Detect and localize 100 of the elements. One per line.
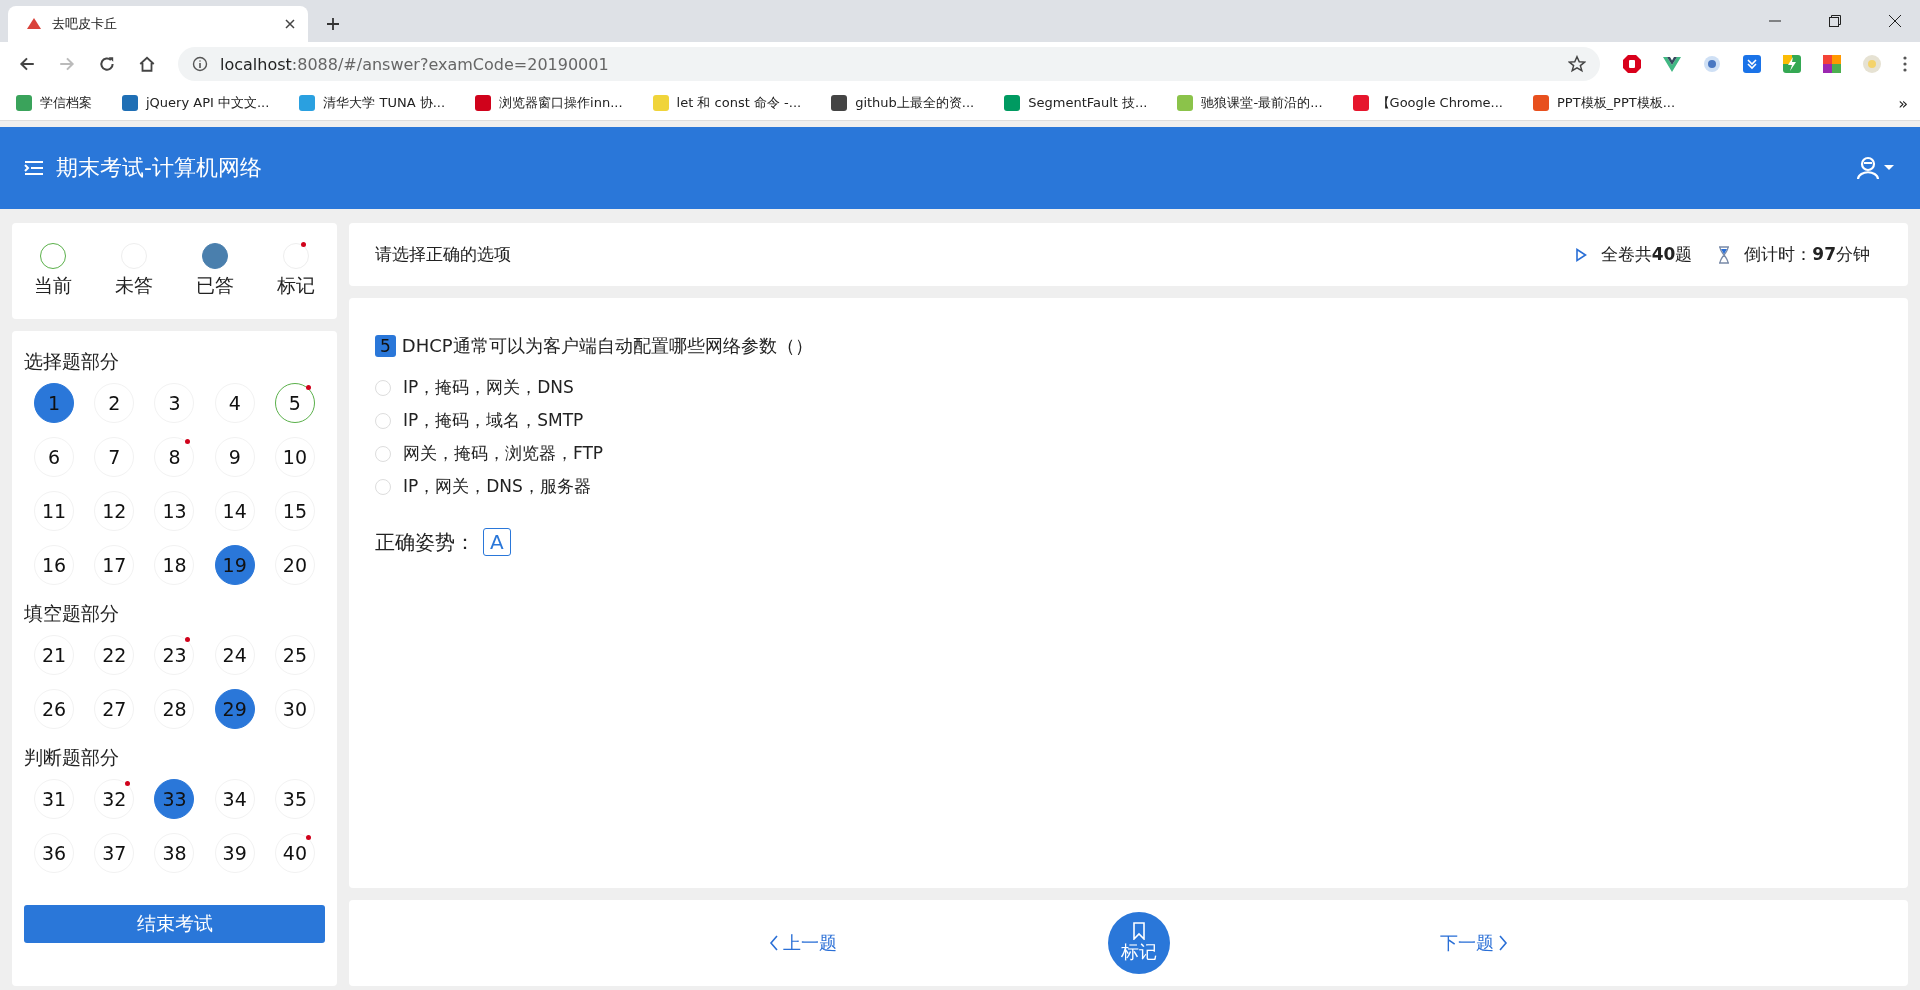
option-text: IP，网关，DNS，服务器 [403, 475, 591, 498]
legend-label: 标记 [277, 273, 316, 298]
section-title: 填空题部分 [24, 601, 120, 626]
legend-label: 已答 [196, 273, 235, 298]
download-icon[interactable] [1742, 54, 1762, 74]
restore-icon[interactable] [1828, 14, 1842, 28]
close-icon[interactable] [284, 18, 296, 30]
star-icon[interactable] [1568, 55, 1586, 73]
more-bookmarks-button[interactable]: » [1898, 93, 1908, 113]
url-text: localhost:8088/#/answer?examCode=20190001 [220, 54, 610, 74]
answer-label: 正确姿势： [375, 528, 475, 556]
bookmark[interactable]: let 和 const 命令 -... [652, 94, 802, 112]
question-number-button[interactable]: 35 [274, 779, 315, 819]
finish-exam-button[interactable]: 结束考试 [24, 905, 325, 943]
question-number-button[interactable]: 29 [214, 689, 255, 729]
mark-button[interactable]: 标记 [1107, 912, 1170, 974]
color-grid-icon[interactable] [1822, 54, 1842, 74]
exam-title: 期末考试-计算机网络 [56, 154, 262, 182]
question-number-badge: 5 [375, 335, 396, 357]
user-dropdown-icon[interactable] [1856, 156, 1896, 180]
menu-icon[interactable] [24, 160, 44, 176]
question-text: DHCP通常可以为客户端自动配置哪些网络参数（） [401, 334, 813, 358]
home-icon[interactable] [138, 55, 156, 73]
question-number-button[interactable]: 2 [94, 383, 135, 423]
question-number-button[interactable]: 23 [154, 635, 195, 675]
question-number-button[interactable]: 39 [214, 833, 255, 873]
question-number-button[interactable]: 32 [94, 779, 135, 819]
question-number-button[interactable]: 14 [214, 491, 255, 531]
question-number-button[interactable]: 5 [274, 383, 315, 423]
option-text: IP，掩码，网关，DNS [403, 376, 574, 399]
bookmark[interactable]: 清华大学 TUNA 协... [299, 94, 446, 112]
bookmark[interactable]: PPT模板_PPT模板... [1532, 94, 1676, 112]
legend-label: 当前 [33, 273, 72, 298]
question-number-button[interactable]: 36 [34, 833, 75, 873]
question-number-button[interactable]: 10 [274, 437, 315, 477]
question-number-button[interactable]: 6 [34, 437, 75, 477]
question-number-button[interactable]: 15 [274, 491, 315, 531]
question-number-button[interactable]: 13 [154, 491, 195, 531]
total-questions-text: 全卷共40题 [1600, 243, 1693, 266]
question-number-button[interactable]: 38 [154, 833, 195, 873]
question-number-button[interactable]: 11 [34, 491, 75, 531]
question-number-button[interactable]: 22 [94, 635, 135, 675]
next-question-link[interactable]: 下一题 [1440, 931, 1508, 955]
section-title: 判断题部分 [24, 745, 120, 770]
question-number-button[interactable]: 17 [94, 545, 135, 585]
v-logo-icon[interactable] [1662, 54, 1682, 74]
question-number-button[interactable]: 28 [154, 689, 195, 729]
question-number-button[interactable]: 31 [34, 779, 75, 819]
bookmark[interactable]: 【Google Chrome... [1352, 94, 1503, 112]
close-icon[interactable] [1888, 14, 1902, 28]
triangle-icon [26, 16, 42, 32]
question-number-button[interactable]: 9 [214, 437, 255, 477]
question-number-button[interactable]: 8 [154, 437, 195, 477]
question-number-button[interactable]: 3 [154, 383, 195, 423]
bolt-icon[interactable] [1782, 54, 1802, 74]
bookmark[interactable]: 浏览器窗口操作inn... [475, 94, 623, 112]
bookmark[interactable]: SegmentFault 技... [1004, 94, 1148, 112]
countdown-text: 倒计时：97分钟 [1744, 243, 1870, 266]
question-number-button[interactable]: 19 [214, 545, 255, 585]
hourglass-icon [1718, 245, 1731, 264]
question-number-button[interactable]: 16 [34, 545, 75, 585]
instruction-text: 请选择正确的选项 [375, 243, 511, 266]
question-number-button[interactable]: 7 [94, 437, 135, 477]
question-number-button[interactable]: 25 [274, 635, 315, 675]
question-number-button[interactable]: 30 [274, 689, 315, 729]
question-number-button[interactable]: 21 [34, 635, 75, 675]
chevron-right-icon [1498, 934, 1508, 952]
back-arrow-icon[interactable] [18, 55, 36, 73]
chevron-left-icon [769, 934, 779, 952]
question-number-button[interactable]: 26 [34, 689, 75, 729]
question-number-button[interactable]: 34 [214, 779, 255, 819]
bookmark[interactable]: jQuery API 中文文... [122, 94, 270, 112]
bookmark[interactable]: github上最全的资... [831, 94, 975, 112]
bookmark[interactable]: 学信档案 [16, 94, 92, 112]
address-bar[interactable]: localhost:8088/#/answer?examCode=20190001 [178, 47, 1600, 81]
previous-question-link[interactable]: 上一题 [769, 931, 837, 955]
section-title: 选择题部分 [24, 349, 120, 374]
question-number-button[interactable]: 12 [94, 491, 135, 531]
legend-circle [202, 243, 229, 269]
question-number-button[interactable]: 33 [154, 779, 195, 819]
answer-letter: A [483, 528, 511, 556]
stop-hand-icon[interactable] [1622, 54, 1642, 74]
menu-icon[interactable] [1902, 55, 1908, 73]
mark-dot-icon [301, 242, 307, 247]
reload-icon[interactable] [98, 55, 116, 73]
option-text: IP，掩码，域名，SMTP [403, 409, 584, 432]
legend-label: 未答 [114, 273, 153, 298]
plus-icon[interactable] [326, 17, 340, 31]
question-number-button[interactable]: 27 [94, 689, 135, 729]
browser-tab[interactable]: 去吧皮卡丘 [8, 6, 308, 42]
question-number-button[interactable]: 18 [154, 545, 195, 585]
bookmark-icon [1131, 922, 1146, 940]
bookmark[interactable]: 驰狼课堂-最前沿的... [1177, 94, 1323, 112]
question-number-button[interactable]: 37 [94, 833, 135, 873]
question-number-button[interactable]: 4 [214, 383, 255, 423]
question-number-button[interactable]: 1 [34, 383, 75, 423]
question-number-button[interactable]: 20 [274, 545, 315, 585]
question-number-button[interactable]: 24 [214, 635, 255, 675]
ring-icon[interactable] [1702, 54, 1722, 74]
question-number-button[interactable]: 40 [274, 833, 315, 873]
